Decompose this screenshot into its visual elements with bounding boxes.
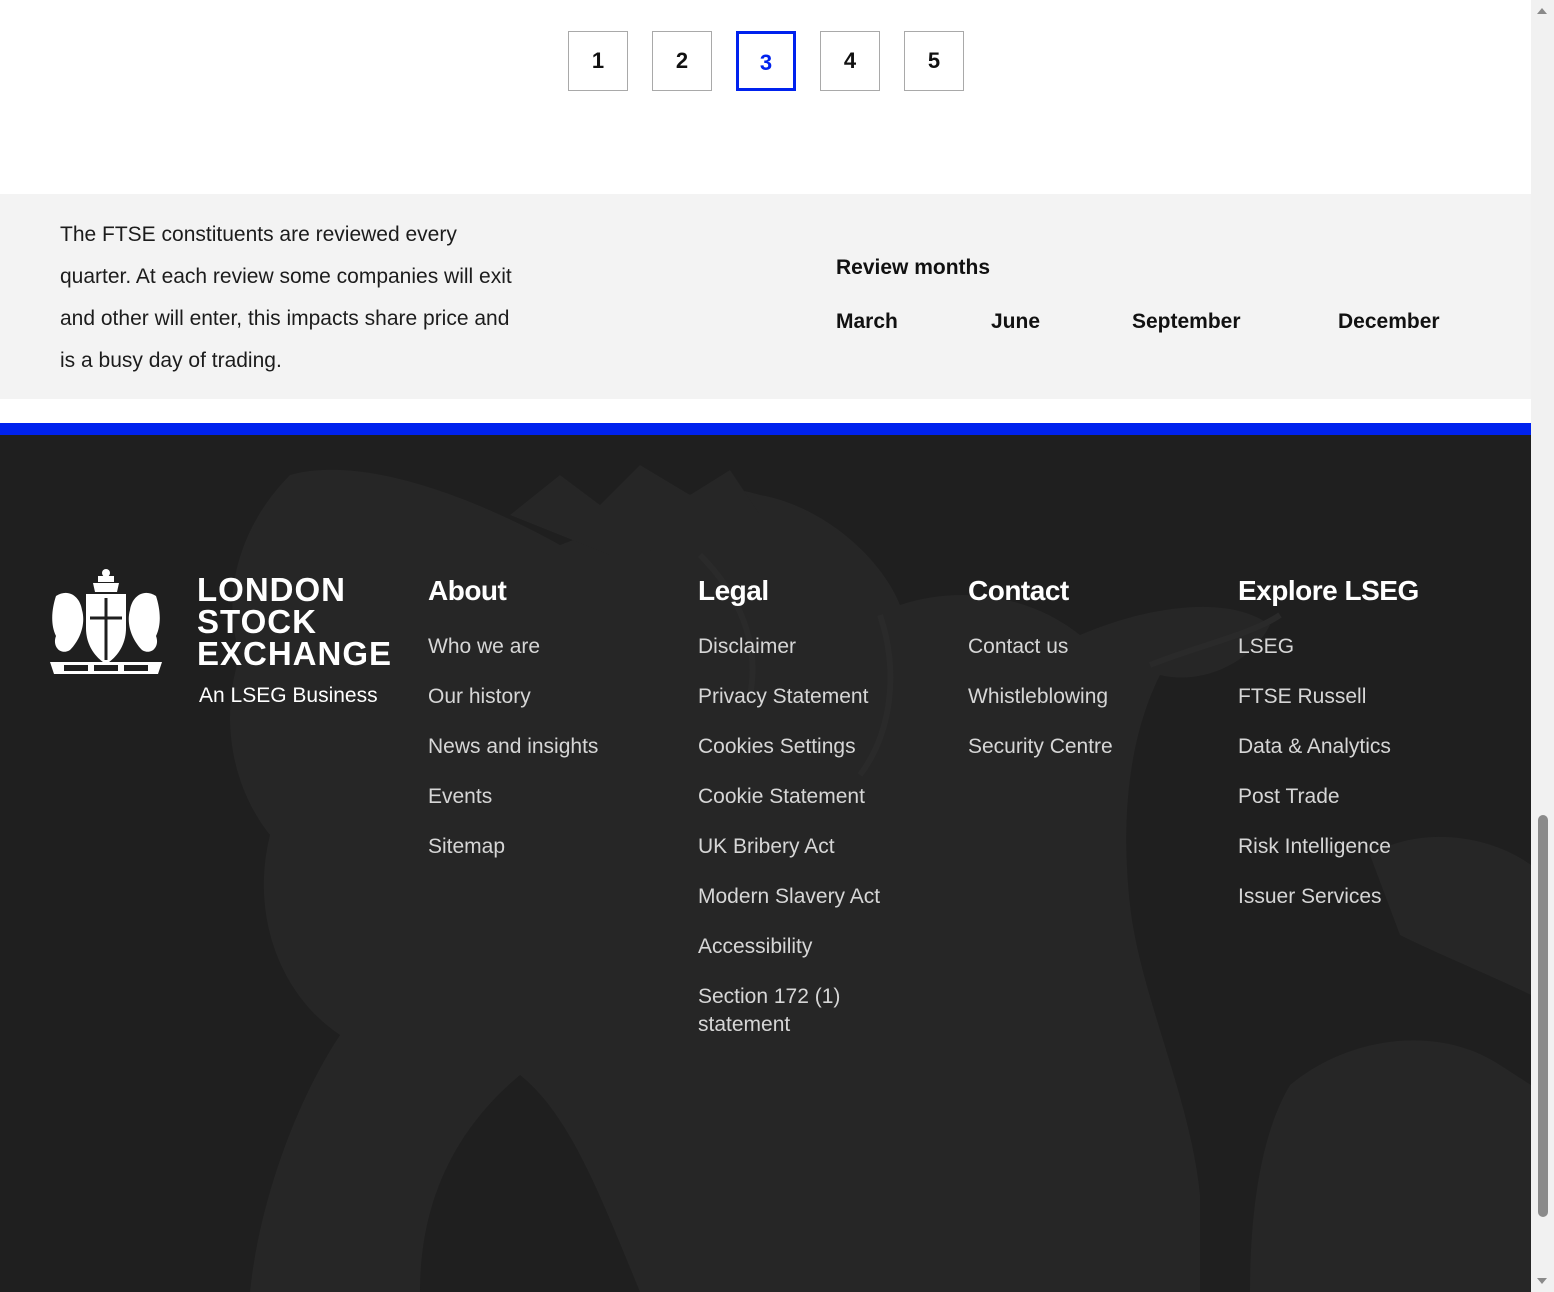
scroll-up-arrow-icon[interactable]	[1537, 8, 1547, 14]
footer-link-modern-slavery-act[interactable]: Modern Slavery Act	[698, 883, 880, 911]
footer-heading-contact: Contact	[968, 575, 1069, 606]
footer-link-events[interactable]: Events	[428, 783, 598, 811]
page-button-2[interactable]: 2	[652, 31, 712, 91]
footer-link-post-trade[interactable]: Post Trade	[1238, 783, 1419, 811]
review-months-heading: Review months	[836, 256, 991, 279]
logo-text-exchange: EXCHANGE	[197, 635, 393, 672]
footer-link-news-and-insights[interactable]: News and insights	[428, 733, 598, 761]
page-button-5[interactable]: 5	[904, 31, 964, 91]
footer-heading-about: About	[428, 575, 507, 606]
logo-text-stock: STOCK	[197, 603, 317, 640]
footer-link-lseg[interactable]: LSEG	[1238, 633, 1419, 661]
footer-link-cookie-statement[interactable]: Cookie Statement	[698, 783, 880, 811]
footer-link-data-analytics[interactable]: Data & Analytics	[1238, 733, 1419, 761]
review-months-section: The FTSE constituents are reviewed every…	[0, 194, 1531, 399]
review-month-september: September	[1132, 310, 1241, 333]
pagination: 1 2 3 4 5	[568, 31, 964, 91]
footer-link-issuer-services[interactable]: Issuer Services	[1238, 883, 1419, 911]
footer-column-contact: Contact Contact us Whistleblowing Securi…	[968, 573, 1113, 783]
footer-heading-explore-lseg: Explore LSEG	[1238, 575, 1419, 606]
page-button-1[interactable]: 1	[568, 31, 628, 91]
footer-link-our-history[interactable]: Our history	[428, 683, 598, 711]
footer-link-risk-intelligence[interactable]: Risk Intelligence	[1238, 833, 1419, 861]
scroll-down-arrow-icon[interactable]	[1537, 1278, 1547, 1284]
review-month-june: June	[991, 310, 1041, 333]
page: 1 2 3 4 5 The FTSE constituents are revi…	[0, 0, 1531, 1292]
vertical-scrollbar[interactable]	[1531, 0, 1554, 1292]
footer-heading-legal: Legal	[698, 575, 769, 606]
page-button-4[interactable]: 4	[820, 31, 880, 91]
footer-link-section-172-statement[interactable]: Section 172 (1) statement	[698, 983, 868, 1039]
footer-link-uk-bribery-act[interactable]: UK Bribery Act	[698, 833, 880, 861]
review-month-march: March	[836, 310, 898, 333]
footer-link-whistleblowing[interactable]: Whistleblowing	[968, 683, 1113, 711]
review-month-december: December	[1338, 310, 1440, 333]
footer-accent-bar	[0, 423, 1531, 435]
coat-of-arms-icon	[50, 569, 162, 674]
footer-link-who-we-are[interactable]: Who we are	[428, 633, 598, 661]
footer-link-sitemap[interactable]: Sitemap	[428, 833, 598, 861]
scrollbar-thumb[interactable]	[1538, 815, 1548, 1217]
footer-link-contact-us[interactable]: Contact us	[968, 633, 1113, 661]
footer-column-explore-lseg: Explore LSEG LSEG FTSE Russell Data & An…	[1238, 573, 1419, 933]
footer-link-cookies-settings[interactable]: Cookies Settings	[698, 733, 880, 761]
footer-link-disclaimer[interactable]: Disclaimer	[698, 633, 880, 661]
footer-link-accessibility[interactable]: Accessibility	[698, 933, 880, 961]
logo-text-london: LONDON	[197, 571, 346, 608]
footer-column-about: About Who we are Our history News and in…	[428, 573, 598, 883]
footer-link-ftse-russell[interactable]: FTSE Russell	[1238, 683, 1419, 711]
footer-link-security-centre[interactable]: Security Centre	[968, 733, 1113, 761]
footer-link-privacy-statement[interactable]: Privacy Statement	[698, 683, 880, 711]
page-button-3-current[interactable]: 3	[736, 31, 796, 91]
footer-column-legal: Legal Disclaimer Privacy Statement Cooki…	[698, 573, 880, 1061]
logo-tagline: An LSEG Business	[199, 684, 378, 707]
review-description: The FTSE constituents are reviewed every…	[60, 223, 512, 372]
site-footer: LONDON STOCK EXCHANGE An LSEG Business A…	[0, 435, 1531, 1292]
